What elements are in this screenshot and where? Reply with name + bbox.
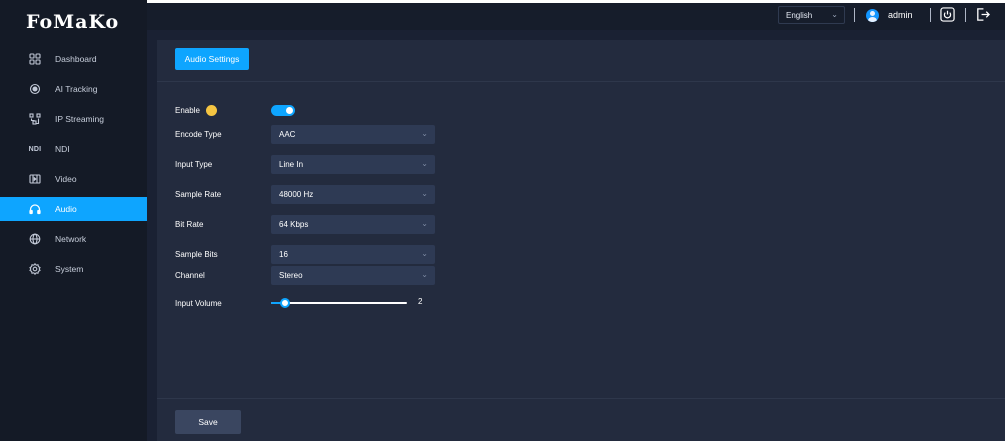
globe-icon — [28, 232, 42, 246]
language-value: English — [786, 10, 813, 20]
toggle-knob — [286, 107, 293, 114]
enable-toggle[interactable] — [271, 105, 295, 116]
settings-panel: Audio Settings Enable Encode Type AAC ⌄ … — [157, 40, 1005, 441]
encode-type-label: Encode Type — [175, 129, 222, 139]
sidebar-item-label: AI Tracking — [55, 84, 98, 94]
input-type-value: Line In — [279, 160, 304, 169]
bit-rate-select[interactable]: 64 Kbps ⌄ — [271, 215, 435, 234]
input-volume-label: Input Volume — [175, 298, 222, 308]
channel-value: Stereo — [279, 271, 303, 280]
divider — [157, 398, 1005, 399]
chevron-down-icon: ⌄ — [421, 129, 428, 138]
power-button[interactable] — [939, 6, 955, 22]
sidebar-item-label: NDI — [55, 144, 70, 154]
sidebar-item-ndi[interactable]: NDI NDI — [0, 137, 147, 161]
header-divider — [854, 8, 855, 22]
channel-label: Channel — [175, 270, 205, 280]
sample-rate-label: Sample Rate — [175, 189, 222, 199]
sidebar-item-label: Dashboard — [55, 54, 97, 64]
target-icon — [28, 82, 42, 96]
sidebar-item-label: System — [55, 264, 84, 274]
user-menu[interactable]: admin — [866, 6, 913, 24]
info-icon[interactable] — [205, 104, 217, 116]
gear-icon — [28, 262, 42, 276]
header-divider — [965, 8, 966, 22]
top-header: English ⌄ admin — [147, 0, 1005, 30]
chevron-down-icon: ⌄ — [831, 10, 838, 19]
language-select[interactable]: English ⌄ — [778, 6, 845, 24]
audio-icon — [28, 202, 42, 216]
encode-type-value: AAC — [279, 130, 296, 139]
sample-bits-label: Sample Bits — [175, 249, 218, 259]
sidebar: FoMaKo Dashboard AI Tracking IP Streamin… — [0, 0, 147, 441]
bit-rate-value: 64 Kbps — [279, 220, 309, 229]
chevron-down-icon: ⌄ — [421, 249, 428, 258]
input-type-select[interactable]: Line In ⌄ — [271, 155, 435, 174]
input-volume-slider[interactable] — [271, 298, 407, 308]
sidebar-item-ai-tracking[interactable]: AI Tracking — [0, 77, 147, 101]
tab-audio-settings[interactable]: Audio Settings — [175, 48, 249, 70]
sidebar-item-label: Video — [55, 174, 77, 184]
logout-icon — [976, 7, 990, 21]
logout-button[interactable] — [974, 6, 990, 22]
sidebar-item-label: IP Streaming — [55, 114, 104, 124]
sample-bits-select[interactable]: 16 ⌄ — [271, 245, 435, 264]
dashboard-grid-icon — [28, 52, 42, 66]
sidebar-item-label: Audio — [55, 204, 77, 214]
input-volume-value: 2 — [418, 297, 423, 306]
streaming-icon — [28, 112, 42, 126]
enable-label: Enable — [175, 105, 200, 115]
channel-select[interactable]: Stereo ⌄ — [271, 266, 435, 285]
chevron-down-icon: ⌄ — [421, 270, 428, 279]
ndi-icon: NDI — [28, 145, 42, 153]
chevron-down-icon: ⌄ — [421, 189, 428, 198]
chevron-down-icon: ⌄ — [421, 219, 428, 228]
sidebar-item-ip-streaming[interactable]: IP Streaming — [0, 107, 147, 131]
username: admin — [888, 10, 913, 20]
video-icon — [28, 172, 42, 186]
encode-type-select[interactable]: AAC ⌄ — [271, 125, 435, 144]
header-divider — [930, 8, 931, 22]
sample-rate-select[interactable]: 48000 Hz ⌄ — [271, 185, 435, 204]
power-icon — [939, 6, 955, 22]
save-button[interactable]: Save — [175, 410, 241, 434]
bit-rate-label: Bit Rate — [175, 219, 204, 229]
slider-track — [271, 302, 407, 304]
divider — [157, 81, 1005, 82]
enable-label-row: Enable — [175, 101, 217, 119]
sidebar-item-system[interactable]: System — [0, 257, 147, 281]
sample-bits-value: 16 — [279, 250, 288, 259]
sidebar-item-audio[interactable]: Audio — [0, 197, 147, 221]
input-type-label: Input Type — [175, 159, 213, 169]
top-strip — [147, 0, 1005, 3]
sidebar-item-video[interactable]: Video — [0, 167, 147, 191]
main-content: Audio Settings Enable Encode Type AAC ⌄ … — [147, 30, 1005, 441]
app-logo: FoMaKo — [26, 11, 120, 33]
sample-rate-value: 48000 Hz — [279, 190, 314, 199]
sidebar-item-dashboard[interactable]: Dashboard — [0, 47, 147, 71]
sidebar-item-label: Network — [55, 234, 87, 244]
slider-thumb[interactable] — [280, 298, 290, 308]
chevron-down-icon: ⌄ — [421, 159, 428, 168]
user-avatar-icon — [866, 8, 879, 22]
sidebar-item-network[interactable]: Network — [0, 227, 147, 251]
